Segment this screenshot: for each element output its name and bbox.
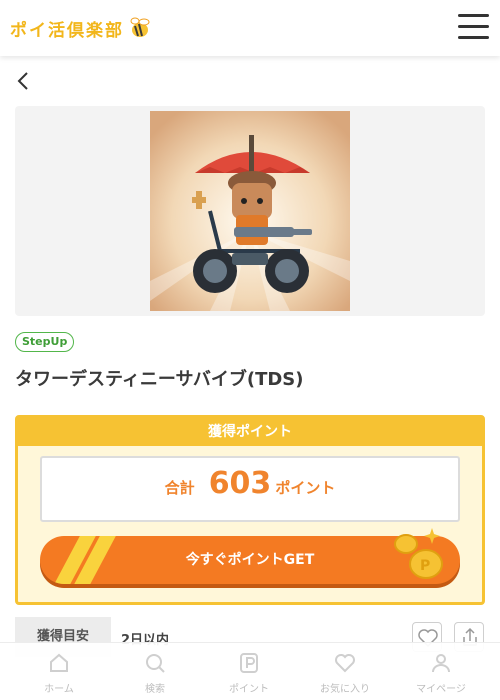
stepup-badge: StepUp (15, 332, 75, 352)
chevron-left-icon (17, 72, 28, 90)
heart-icon (335, 654, 355, 673)
coins-icon: P (394, 528, 443, 579)
search-icon (146, 654, 165, 673)
point-icon (240, 653, 258, 673)
nav-item-point[interactable]: ポイント (199, 643, 299, 700)
back-button[interactable] (14, 70, 34, 92)
total-label: 合計 (164, 479, 195, 497)
nav-item-home[interactable]: ホーム (9, 643, 109, 700)
user-icon (432, 654, 450, 673)
nav-label-mypage: マイページ (416, 684, 466, 695)
home-icon (50, 653, 68, 672)
site-logo[interactable]: ポイ活倶楽部 (10, 14, 152, 42)
game-icon-image (150, 111, 350, 311)
app-header: ポイ活倶楽部 (0, 0, 500, 56)
nav-item-favorite[interactable]: お気に入り (295, 643, 395, 700)
nav-label-search: 検索 (145, 684, 165, 695)
points-unit: ポイント (275, 479, 336, 497)
nav-label-favorite: お気に入り (320, 684, 370, 695)
svg-text:P: P (420, 558, 430, 574)
total-points-value: 603 (208, 466, 272, 501)
points-total-box: 合計 603 ポイント (40, 456, 460, 522)
offer-title: タワーデスティニーサバイブ(TDS) (15, 369, 304, 390)
bottom-navigation: ホーム 検索 ポイント お気に入り マイページ (0, 642, 500, 700)
nav-item-mypage[interactable]: マイページ (391, 643, 491, 700)
nav-item-search[interactable]: 検索 (105, 643, 205, 700)
nav-label-point: ポイント (229, 684, 269, 695)
hamburger-menu-icon[interactable] (458, 14, 489, 40)
logo-text: ポイ活倶楽部 (10, 20, 124, 41)
points-heading: 獲得ポイント (18, 418, 482, 446)
bee-icon (130, 17, 150, 37)
nav-label-home: ホーム (44, 684, 74, 695)
